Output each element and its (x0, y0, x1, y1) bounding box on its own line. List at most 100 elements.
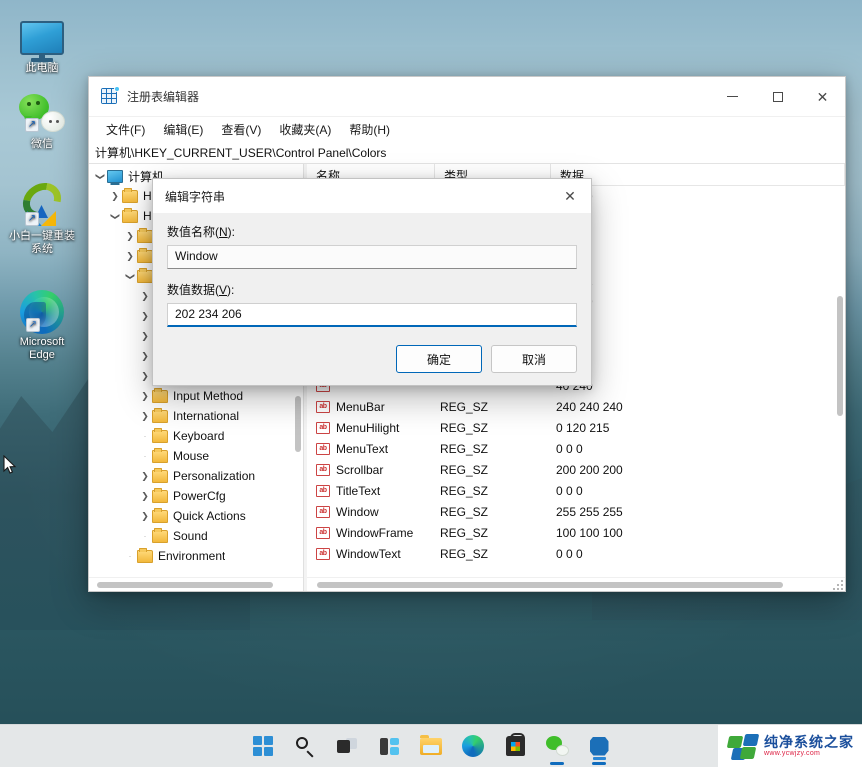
chevron-right-icon[interactable]: ❯ (138, 491, 152, 502)
value-type-cell: REG_SZ (440, 399, 489, 414)
window-resize-grip[interactable] (833, 580, 843, 590)
menu-bar[interactable]: 文件(F) 编辑(E) 查看(V) 收藏夹(A) 帮助(H) (89, 117, 845, 141)
chevron-right-icon[interactable]: ❯ (108, 191, 122, 202)
desktop-icon-edge[interactable]: ↗ Microsoft Edge (4, 288, 80, 362)
task-view-button[interactable] (331, 730, 363, 762)
start-button[interactable] (247, 730, 279, 762)
desktop-icon-this-pc[interactable]: 此电脑 (4, 14, 80, 75)
file-explorer-button[interactable] (415, 730, 447, 762)
value-name-cell: MenuBar (336, 399, 385, 414)
tree-item[interactable]: · Keyboard (89, 426, 303, 446)
edge-button[interactable] (457, 730, 489, 762)
desktop-icon-xiaobai[interactable]: ↗ 小白一键重装系统 (4, 175, 80, 256)
tree-leaf-spacer: · (143, 531, 147, 541)
menu-edit[interactable]: 编辑(E) (154, 118, 212, 141)
window-controls[interactable]: ✕ (710, 77, 845, 117)
value-data-cell: 0 0 0 (556, 483, 583, 498)
tree-item[interactable]: ❯ Personalization (89, 466, 303, 486)
tree-vertical-scroll-thumb[interactable] (295, 396, 301, 452)
table-row[interactable]: ab MenuText REG_SZ 0 0 0 (307, 438, 845, 459)
tree-item[interactable]: ❯ Input Method (89, 386, 303, 406)
chevron-right-icon[interactable]: ❯ (138, 391, 152, 402)
window-title: 注册表编辑器 (127, 90, 200, 104)
table-row[interactable]: ab WindowText REG_SZ 0 0 0 (307, 543, 845, 564)
table-row[interactable]: ab WindowFrame REG_SZ 100 100 100 (307, 522, 845, 543)
list-vertical-scrollbar[interactable] (835, 186, 845, 577)
tree-item[interactable]: · Mouse (89, 446, 303, 466)
chevron-right-icon[interactable]: ❯ (138, 511, 152, 522)
windows-start-icon (253, 736, 273, 756)
tree-item-label: Personalization (173, 469, 256, 483)
menu-favorites[interactable]: 收藏夹(A) (270, 118, 340, 141)
tree-item[interactable]: · Environment (89, 546, 303, 566)
chevron-right-icon[interactable]: ❯ (138, 291, 152, 302)
menu-file[interactable]: 文件(F) (97, 118, 154, 141)
desktop-icon-wechat[interactable]: ↗ 微信 (4, 90, 80, 151)
window-titlebar[interactable]: 注册表编辑器 ✕ (89, 77, 845, 117)
dialog-close-button[interactable]: ✕ (549, 179, 591, 213)
folder-icon (122, 207, 138, 223)
desktop[interactable]: 此电脑 ↗ 微信 ↗ 小白一键重装系统 ↗ Microsoft Edge 注册表… (0, 0, 862, 767)
table-row[interactable]: ab MenuBar REG_SZ 240 240 240 (307, 396, 845, 417)
chevron-right-icon[interactable]: ❯ (138, 411, 152, 422)
shortcut-arrow-icon: ↗ (26, 318, 40, 332)
chevron-right-icon[interactable]: ❯ (138, 471, 152, 482)
site-watermark: 纯净系统之家 www.ycwjzy.com (718, 725, 862, 767)
chevron-down-icon[interactable]: ❯ (110, 209, 121, 223)
value-data-cell: 05 219 (556, 295, 845, 309)
tree-horizontal-scrollbar[interactable] (89, 577, 303, 591)
tree-item-label: International (173, 409, 240, 423)
menu-view[interactable]: 查看(V) (212, 118, 270, 141)
chevron-right-icon[interactable]: ❯ (138, 331, 152, 342)
folder-icon (152, 467, 168, 483)
address-bar[interactable]: 计算机\HKEY_CURRENT_USER\Control Panel\Colo… (89, 141, 845, 164)
tree-item[interactable]: ❯ Quick Actions (89, 506, 303, 526)
tree-item-label: Keyboard (173, 429, 225, 443)
list-vertical-scroll-thumb[interactable] (837, 296, 843, 416)
chevron-down-icon[interactable]: ❯ (125, 269, 136, 283)
value-name-input[interactable]: Window (167, 245, 577, 269)
value-name-cell: Window (336, 504, 379, 519)
list-horizontal-scrollbar[interactable] (307, 577, 845, 591)
close-icon: ✕ (816, 88, 829, 105)
search-button[interactable] (289, 730, 321, 762)
minimize-button[interactable] (710, 77, 755, 117)
chevron-right-icon[interactable]: ❯ (123, 231, 137, 242)
chevron-down-icon[interactable]: ❯ (95, 169, 106, 183)
cancel-button[interactable]: 取消 (491, 345, 577, 373)
widgets-button[interactable] (373, 730, 405, 762)
chevron-right-icon[interactable]: ❯ (138, 371, 152, 382)
tree-item[interactable]: · Sound (89, 526, 303, 546)
folder-icon (137, 247, 153, 263)
chevron-right-icon[interactable]: ❯ (138, 351, 152, 362)
table-row[interactable]: ab Window REG_SZ 255 255 255 (307, 501, 845, 522)
tree-leaf-spacer: · (143, 431, 147, 441)
chevron-right-icon[interactable]: ❯ (138, 311, 152, 322)
chevron-right-icon[interactable]: ❯ (123, 251, 137, 262)
table-row[interactable]: ab Scrollbar REG_SZ 200 200 200 (307, 459, 845, 480)
tree-horizontal-scroll-thumb[interactable] (97, 582, 273, 588)
ok-button[interactable]: 确定 (396, 345, 482, 373)
store-button[interactable] (499, 730, 531, 762)
active-indicator (592, 762, 606, 765)
taskbar[interactable]: 纯净系统之家 www.ycwjzy.com (0, 724, 862, 767)
menu-help[interactable]: 帮助(H) (340, 118, 399, 141)
value-type-cell: REG_SZ (440, 483, 489, 498)
tree-item[interactable]: ❯ PowerCfg (89, 486, 303, 506)
list-horizontal-scroll-thumb[interactable] (317, 582, 783, 588)
microsoft-store-icon (505, 733, 525, 756)
maximize-button[interactable] (755, 77, 800, 117)
table-row[interactable]: ab MenuHilight REG_SZ 0 120 215 (307, 417, 845, 438)
wechat-button[interactable] (541, 730, 573, 765)
value-data-input[interactable]: 202 234 206 (167, 303, 577, 327)
value-name-cell: Scrollbar (336, 462, 384, 477)
value-data-accel-key: V (219, 283, 228, 297)
tree-item[interactable]: ❯ International (89, 406, 303, 426)
edit-string-dialog[interactable]: 编辑字符串 ✕ 数值名称(N): Window 数值数据(V): 202 234… (152, 178, 592, 386)
registry-editor-button[interactable] (583, 730, 615, 765)
desktop-icon-label: 小白一键重装系统 (9, 230, 75, 255)
close-button[interactable]: ✕ (800, 77, 845, 117)
column-header-data[interactable]: 数据 (551, 164, 845, 185)
dialog-titlebar[interactable]: 编辑字符串 ✕ (153, 179, 591, 213)
table-row[interactable]: ab TitleText REG_SZ 0 0 0 (307, 480, 845, 501)
